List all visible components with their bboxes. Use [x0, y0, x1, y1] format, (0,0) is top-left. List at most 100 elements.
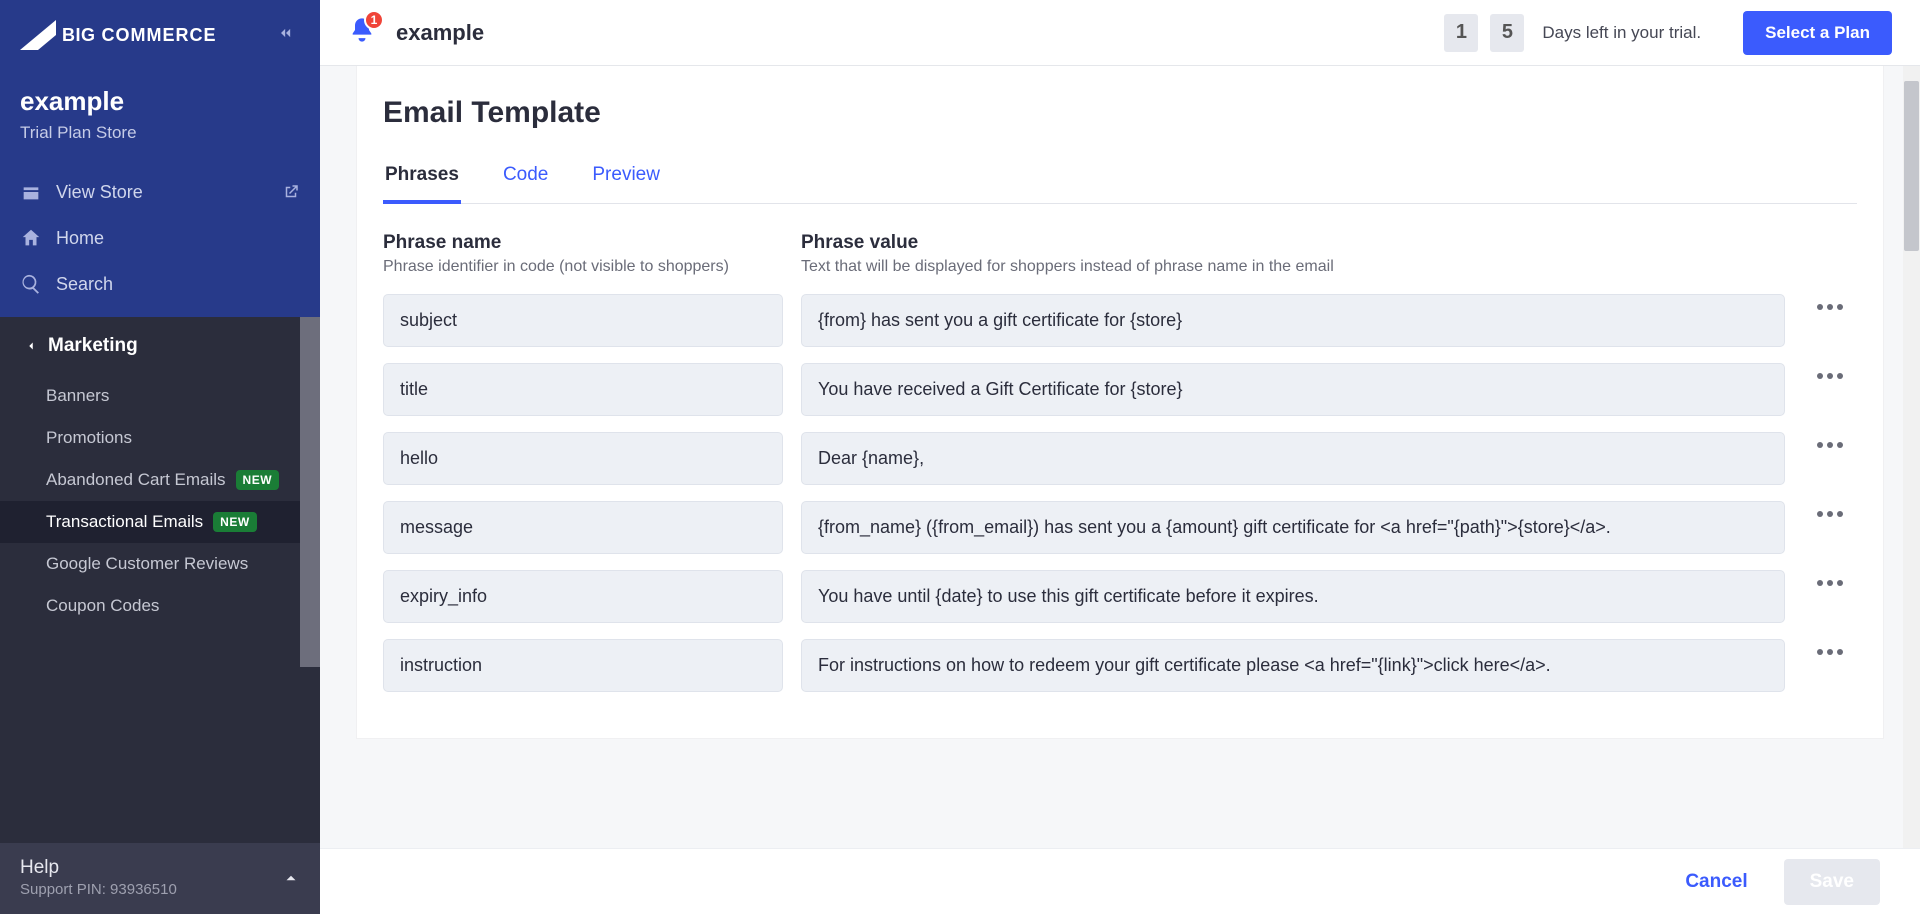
- brand-text: COMMERCE: [102, 25, 217, 46]
- row-actions-button[interactable]: [1803, 363, 1857, 379]
- page-title: Email Template: [383, 96, 1857, 130]
- trial-digit-1: 1: [1444, 14, 1478, 52]
- phrase-name-cell[interactable]: hello: [383, 432, 783, 485]
- phrase-value-cell[interactable]: Dear {name},: [801, 432, 1785, 485]
- notifications-count: 1: [364, 10, 384, 30]
- phrase-value-cell[interactable]: {from_name} ({from_email}) has sent you …: [801, 501, 1785, 554]
- nav-home[interactable]: Home: [0, 215, 320, 261]
- sidebar-item-label: Coupon Codes: [46, 596, 159, 616]
- new-badge: NEW: [236, 470, 280, 490]
- tab[interactable]: Phrases: [383, 164, 461, 204]
- chevron-left-icon: [24, 339, 38, 353]
- phrase-name-cell[interactable]: title: [383, 363, 783, 416]
- row-actions-button[interactable]: [1803, 570, 1857, 586]
- trial-countdown: 1 5 Days left in your trial.: [1444, 14, 1701, 52]
- nav-view-store-label: View Store: [56, 182, 143, 203]
- nav-search[interactable]: Search: [0, 261, 320, 307]
- help-title: Help: [20, 857, 177, 879]
- store-info: example Trial Plan Store: [0, 60, 320, 163]
- phrase-row: subject {from} has sent you a gift certif…: [383, 294, 1857, 347]
- nav-home-label: Home: [56, 228, 104, 249]
- sidebar-item-label: Promotions: [46, 428, 132, 448]
- phrase-value-heading: Phrase value: [801, 232, 1785, 254]
- search-icon: [20, 273, 42, 295]
- chevron-double-left-icon: [276, 23, 296, 43]
- phrase-value-cell[interactable]: You have received a Gift Certificate for…: [801, 363, 1785, 416]
- header: 1 example 1 5 Days left in your trial. S…: [320, 0, 1920, 66]
- phrase-name-cell[interactable]: instruction: [383, 639, 783, 692]
- phrase-name-cell[interactable]: expiry_info: [383, 570, 783, 623]
- phrase-name-subheading: Phrase identifier in code (not visible t…: [383, 258, 783, 276]
- store-plan: Trial Plan Store: [20, 123, 300, 143]
- phrase-value-cell[interactable]: For instructions on how to redeem your g…: [801, 639, 1785, 692]
- new-badge: NEW: [213, 512, 257, 532]
- sidebar-section: Marketing Banners Promotions Abandoned Car…: [0, 317, 320, 843]
- sidebar-item-label: Transactional Emails: [46, 512, 203, 532]
- sidebar-collapse-button[interactable]: [276, 23, 296, 48]
- more-icon: [1817, 580, 1843, 586]
- phrase-name-heading: Phrase name: [383, 232, 783, 254]
- phrase-row: message {from_name} ({from_email}) has se…: [383, 501, 1857, 554]
- store-icon: [20, 181, 42, 203]
- primary-nav: View Store Home Search: [0, 163, 320, 317]
- help-pin: Support PIN: 93936510: [20, 881, 177, 898]
- tab[interactable]: Preview: [590, 164, 662, 203]
- chevron-up-icon: [282, 869, 300, 887]
- nav-view-store[interactable]: View Store: [0, 169, 320, 215]
- sidebar-item[interactable]: Banners: [0, 375, 320, 417]
- row-actions-button[interactable]: [1803, 501, 1857, 517]
- header-title: example: [396, 20, 484, 46]
- nav-search-label: Search: [56, 274, 113, 295]
- email-template-card: Email Template Phrases Code Preview Phrase…: [356, 66, 1884, 739]
- phrase-value-subheading: Text that will be displayed for shoppers…: [801, 258, 1785, 276]
- sidebar-item-label: Abandoned Cart Emails: [46, 470, 226, 490]
- sidebar-scrollbar-thumb[interactable]: [300, 317, 320, 667]
- content-scrollbar-track[interactable]: [1903, 66, 1920, 848]
- column-headers: Phrase name Phrase identifier in code (n…: [383, 232, 1857, 294]
- phrase-row: expiry_info You have until {date} to use …: [383, 570, 1857, 623]
- cancel-button[interactable]: Cancel: [1673, 861, 1759, 903]
- tab[interactable]: Code: [501, 164, 550, 203]
- more-icon: [1817, 442, 1843, 448]
- trial-text: Days left in your trial.: [1542, 23, 1701, 43]
- phrase-value-cell[interactable]: You have until {date} to use this gift c…: [801, 570, 1785, 623]
- content-area: Email Template Phrases Code Preview Phrase…: [320, 66, 1920, 848]
- store-name: example: [20, 86, 300, 117]
- sidebar-item[interactable]: Promotions: [0, 417, 320, 459]
- footer: Cancel Save: [320, 848, 1920, 914]
- sidebar-item-label: Banners: [46, 386, 109, 406]
- section-header-marketing[interactable]: Marketing: [0, 317, 320, 375]
- sidebar-item-label: Google Customer Reviews: [46, 554, 248, 574]
- phrase-name-cell[interactable]: message: [383, 501, 783, 554]
- row-actions-button[interactable]: [1803, 639, 1857, 655]
- brand-logo[interactable]: BIGCOMMERCE: [20, 20, 217, 50]
- notifications-button[interactable]: 1: [348, 16, 376, 49]
- more-icon: [1817, 649, 1843, 655]
- external-link-icon: [282, 183, 300, 201]
- phrase-name-cell[interactable]: subject: [383, 294, 783, 347]
- phrase-value-cell[interactable]: {from} has sent you a gift certificate f…: [801, 294, 1785, 347]
- section-sub-list: Banners Promotions Abandoned Cart Emails NE…: [0, 375, 320, 637]
- section-title: Marketing: [48, 335, 138, 357]
- content-scrollbar-thumb[interactable]: [1904, 81, 1919, 251]
- sidebar-item[interactable]: Google Customer Reviews: [0, 543, 320, 585]
- home-icon: [20, 227, 42, 249]
- help-footer[interactable]: Help Support PIN: 93936510: [0, 843, 320, 914]
- phrase-row: hello Dear {name},: [383, 432, 1857, 485]
- row-actions-button[interactable]: [1803, 294, 1857, 310]
- sidebar-item[interactable]: Transactional Emails NEW: [0, 501, 320, 543]
- main: 1 example 1 5 Days left in your trial. S…: [320, 0, 1920, 914]
- select-plan-button[interactable]: Select a Plan: [1743, 11, 1892, 55]
- phrase-row: instruction For instructions on how to re…: [383, 639, 1857, 692]
- bigcommerce-logo-icon: [20, 20, 60, 50]
- sidebar-item[interactable]: Abandoned Cart Emails NEW: [0, 459, 320, 501]
- sidebar-item[interactable]: Coupon Codes: [0, 585, 320, 627]
- phrase-rows: subject {from} has sent you a gift certif…: [383, 294, 1857, 692]
- save-button[interactable]: Save: [1784, 859, 1880, 905]
- row-actions-button[interactable]: [1803, 432, 1857, 448]
- sidebar: BIGCOMMERCE example Trial Plan Store Vie…: [0, 0, 320, 914]
- more-icon: [1817, 373, 1843, 379]
- phrase-row: title You have received a Gift Certificat…: [383, 363, 1857, 416]
- more-icon: [1817, 304, 1843, 310]
- trial-digit-2: 5: [1490, 14, 1524, 52]
